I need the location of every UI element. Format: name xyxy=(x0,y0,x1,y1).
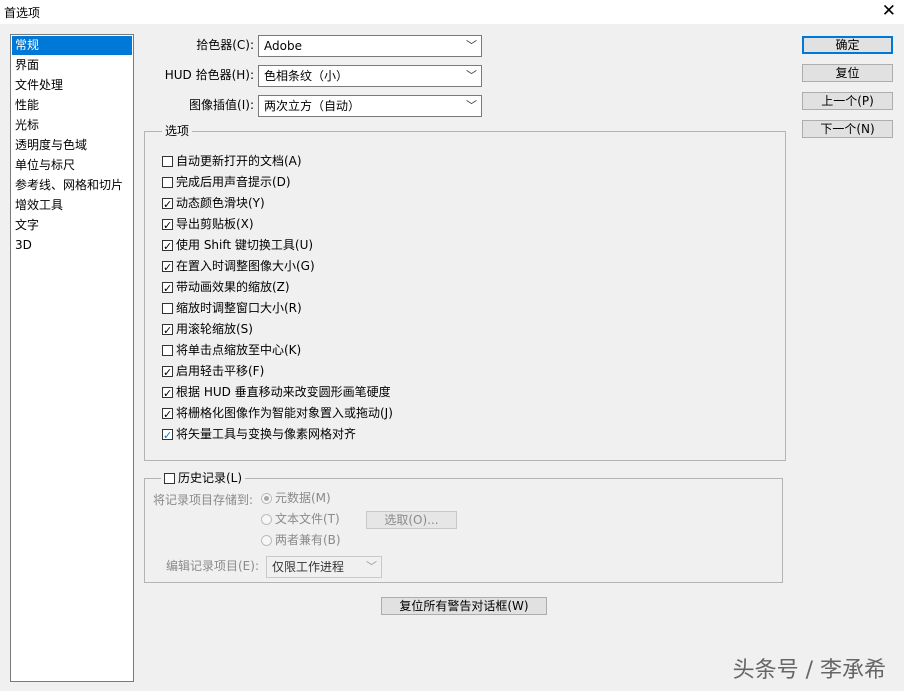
previous-button[interactable]: 上一个(P) xyxy=(802,92,893,110)
chevron-down-icon: ﹀ xyxy=(366,560,377,573)
chevron-down-icon: ﹀ xyxy=(466,69,477,82)
color-picker-value: Adobe xyxy=(264,39,302,53)
options-legend: 选项 xyxy=(162,123,193,139)
reset-all-warnings-button[interactable]: 复位所有警告对话框(W) xyxy=(381,597,547,615)
checkbox-checked-icon[interactable] xyxy=(162,195,173,214)
option-checkbox-label: 导出剪贴板(X) xyxy=(176,217,254,231)
checkbox-checked-icon[interactable] xyxy=(162,258,173,277)
option-checkbox[interactable]: 完成后用声音提示(D) xyxy=(162,173,762,194)
option-checkbox[interactable]: 在置入时调整图像大小(G) xyxy=(162,257,762,278)
hud-color-picker-select[interactable]: 色相条纹（小） ﹀ xyxy=(258,65,482,87)
image-interpolation-label: 图像插值(I): xyxy=(189,98,254,112)
option-checkbox[interactable]: 用滚轮缩放(S) xyxy=(162,320,762,341)
save-log-radio[interactable]: 元数据(M) xyxy=(261,489,341,510)
sidebar-item[interactable]: 文件处理 xyxy=(12,76,132,95)
hud-color-picker-value: 色相条纹（小） xyxy=(264,69,349,83)
option-checkbox[interactable]: 动态颜色滑块(Y) xyxy=(162,194,762,215)
sidebar-item[interactable]: 光标 xyxy=(12,116,132,135)
edit-log-items-label: 编辑记录项目(E): xyxy=(166,559,259,573)
image-interpolation-value: 两次立方（自动） xyxy=(264,99,361,113)
checkbox-checked-icon[interactable] xyxy=(162,426,173,445)
save-log-radio-group: 元数据(M) 文本文件(T) 两者兼有(B) xyxy=(261,489,341,552)
option-checkbox[interactable]: 带动画效果的缩放(Z) xyxy=(162,278,762,299)
option-checkbox[interactable]: 使用 Shift 键切换工具(U) xyxy=(162,236,762,257)
checkbox-checked-icon[interactable] xyxy=(162,237,173,256)
option-checkbox-label: 带动画效果的缩放(Z) xyxy=(176,280,290,294)
checkbox-unchecked-icon[interactable] xyxy=(162,156,173,167)
checkbox-checked-icon[interactable] xyxy=(162,279,173,298)
option-checkbox-label: 根据 HUD 垂直移动来改变圆形画笔硬度 xyxy=(176,385,391,399)
save-log-radio-label: 两者兼有(B) xyxy=(275,533,341,547)
sidebar-item[interactable]: 单位与标尺 xyxy=(12,156,132,175)
checkbox-checked-icon[interactable] xyxy=(162,363,173,382)
reset-button[interactable]: 复位 xyxy=(802,64,893,82)
window-title: 首选项 xyxy=(4,6,41,20)
option-checkbox-label: 将单击点缩放至中心(K) xyxy=(176,343,302,357)
sidebar-item[interactable]: 文字 xyxy=(12,216,132,235)
save-log-radio[interactable]: 两者兼有(B) xyxy=(261,531,341,552)
color-picker-select[interactable]: Adobe ﹀ xyxy=(258,35,482,57)
checkbox-unchecked-icon[interactable] xyxy=(162,345,173,356)
option-checkbox[interactable]: 启用轻击平移(F) xyxy=(162,362,762,383)
checkbox-unchecked-icon[interactable] xyxy=(162,303,173,314)
checkbox-unchecked-icon[interactable] xyxy=(162,177,173,188)
sidebar-item[interactable]: 透明度与色域 xyxy=(12,136,132,155)
options-checkbox-list: 自动更新打开的文档(A) 完成后用声音提示(D) 动态颜色滑块(Y) 导出剪贴板(X)… xyxy=(162,152,762,446)
image-interpolation-select[interactable]: 两次立方（自动） ﹀ xyxy=(258,95,482,117)
option-checkbox[interactable]: 导出剪贴板(X) xyxy=(162,215,762,236)
option-checkbox-label: 动态颜色滑块(Y) xyxy=(176,196,265,210)
option-checkbox-label: 完成后用声音提示(D) xyxy=(176,175,291,189)
option-checkbox[interactable]: 将矢量工具与变换与像素网格对齐 xyxy=(162,425,762,446)
edit-log-items-value: 仅限工作进程 xyxy=(272,560,345,574)
save-log-radio-label: 文本文件(T) xyxy=(275,512,340,526)
radio-unselected-icon[interactable] xyxy=(261,535,272,546)
radio-selected-icon[interactable] xyxy=(261,493,272,504)
sidebar-item[interactable]: 增效工具 xyxy=(12,196,132,215)
option-checkbox-label: 在置入时调整图像大小(G) xyxy=(176,259,315,273)
sidebar-item[interactable]: 参考线、网格和切片 xyxy=(12,176,132,195)
chevron-down-icon: ﹀ xyxy=(466,99,477,112)
option-checkbox-label: 将矢量工具与变换与像素网格对齐 xyxy=(176,427,357,441)
checkbox-checked-icon[interactable] xyxy=(162,405,173,424)
hud-color-picker-label: HUD 拾色器(H): xyxy=(164,68,254,82)
sidebar-item[interactable]: 常规 xyxy=(12,36,132,55)
checkbox-checked-icon[interactable] xyxy=(162,216,173,235)
option-checkbox-label: 使用 Shift 键切换工具(U) xyxy=(176,238,314,252)
radio-unselected-icon[interactable] xyxy=(261,514,272,525)
next-button[interactable]: 下一个(N) xyxy=(802,120,893,138)
checkbox-checked-icon[interactable] xyxy=(162,384,173,403)
option-checkbox-label: 将栅格化图像作为智能对象置入或拖动(J) xyxy=(176,406,393,420)
option-checkbox-label: 缩放时调整窗口大小(R) xyxy=(176,301,302,315)
chevron-down-icon: ﹀ xyxy=(466,39,477,52)
history-checkbox[interactable]: 历史记录(L) xyxy=(161,469,246,487)
option-checkbox[interactable]: 根据 HUD 垂直移动来改变圆形画笔硬度 xyxy=(162,383,762,404)
title-bar xyxy=(0,0,904,24)
category-list[interactable]: 常规 界面 文件处理 性能 光标 透明度与色域 单位与标尺 参考线、网格和切片 增效工具 文字 3D xyxy=(10,34,134,682)
history-checkbox-box[interactable] xyxy=(164,473,175,484)
color-picker-label: 拾色器(C): xyxy=(196,38,254,52)
option-checkbox[interactable]: 缩放时调整窗口大小(R) xyxy=(162,299,762,320)
option-checkbox[interactable]: 将单击点缩放至中心(K) xyxy=(162,341,762,362)
option-checkbox-label: 自动更新打开的文档(A) xyxy=(176,154,302,168)
option-checkbox[interactable]: 将栅格化图像作为智能对象置入或拖动(J) xyxy=(162,404,762,425)
ok-button[interactable]: 确定 xyxy=(802,36,893,54)
checkbox-checked-icon[interactable] xyxy=(162,321,173,340)
edit-log-items-select[interactable]: 仅限工作进程 ﹀ xyxy=(266,556,382,578)
close-icon[interactable]: ✕ xyxy=(882,1,896,21)
option-checkbox-label: 启用轻击平移(F) xyxy=(176,364,265,378)
sidebar-item[interactable]: 性能 xyxy=(12,96,132,115)
watermark: 头条号 / 李承希 xyxy=(732,658,886,683)
sidebar-item[interactable]: 3D xyxy=(12,236,132,255)
choose-button[interactable]: 选取(O)... xyxy=(366,511,457,529)
save-log-to-label: 将记录项目存储到: xyxy=(152,493,253,507)
save-log-radio-label: 元数据(M) xyxy=(275,491,331,505)
history-checkbox-label: 历史记录(L) xyxy=(178,471,243,485)
option-checkbox[interactable]: 自动更新打开的文档(A) xyxy=(162,152,762,173)
option-checkbox-label: 用滚轮缩放(S) xyxy=(176,322,253,336)
save-log-radio[interactable]: 文本文件(T) xyxy=(261,510,341,531)
sidebar-item[interactable]: 界面 xyxy=(12,56,132,75)
